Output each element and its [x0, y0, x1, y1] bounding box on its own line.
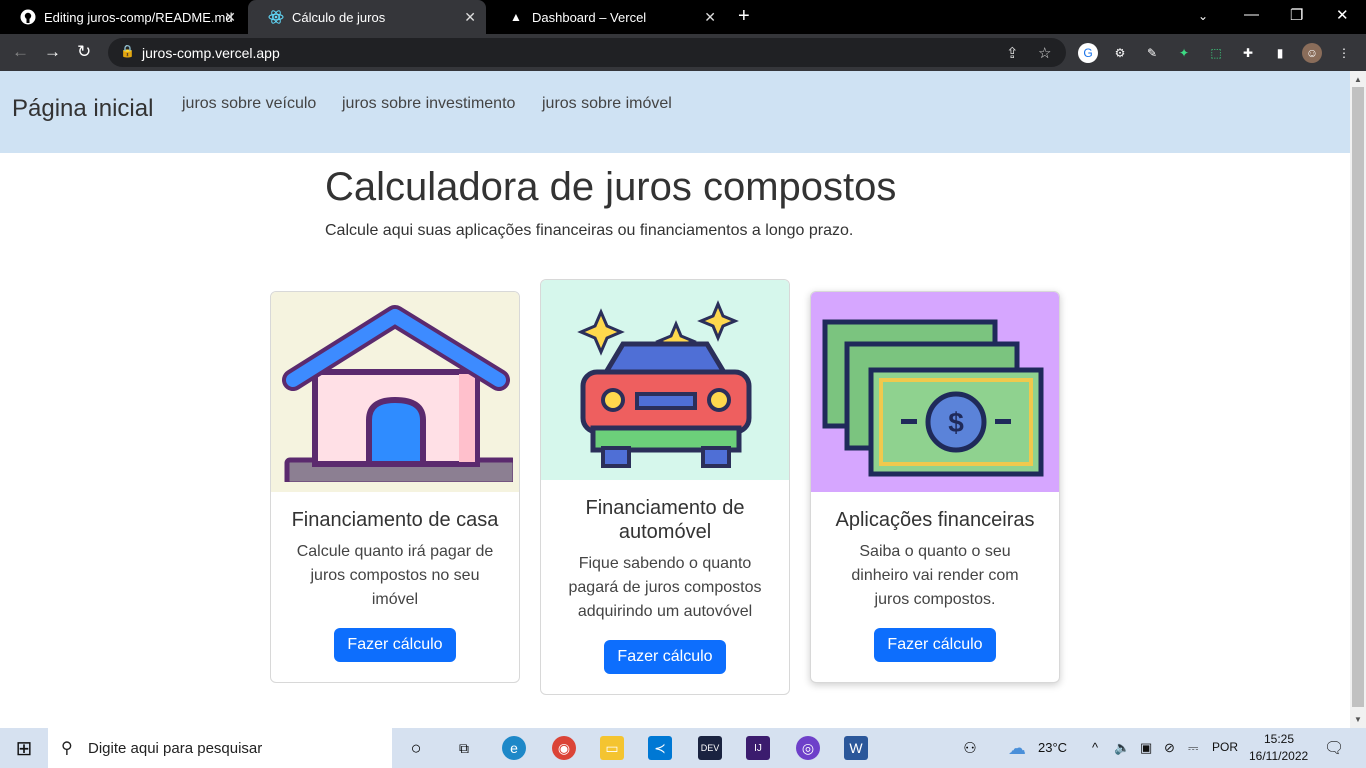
volume-icon[interactable]: 🔈: [1114, 740, 1130, 756]
calculate-button[interactable]: Fazer cálculo: [334, 628, 456, 662]
meet-icon[interactable]: ▣: [1140, 740, 1152, 756]
lock-icon: 🔒: [120, 44, 135, 58]
card-house: Financiamento de casa Calcule quanto irá…: [270, 291, 520, 683]
file-explorer-icon[interactable]: ▭: [600, 736, 624, 760]
card-text: Saiba o quanto o seu dinheiro vai render…: [851, 543, 1019, 608]
screenshot-extension-icon[interactable]: ⬚: [1206, 43, 1226, 63]
page: Página inicial juros sobre veículo juros…: [0, 71, 1350, 728]
nav-link-imovel[interactable]: juros sobre imóvel: [542, 95, 672, 113]
cortana-icon[interactable]: ○: [404, 736, 428, 760]
page-title: Calculadora de juros compostos: [325, 165, 897, 209]
browser-toolbar: ← → ↻ 🔒 juros-comp.vercel.app ⇪ ☆ G ⚙ ✎ …: [0, 34, 1366, 71]
puzzle-icon[interactable]: ✚: [1238, 43, 1258, 63]
money-icon: $: [822, 319, 1044, 477]
github-desktop-icon[interactable]: ◎: [796, 736, 820, 760]
github-icon: [20, 9, 36, 25]
tab-search-icon[interactable]: ⌄: [1198, 9, 1208, 23]
scroll-down-icon[interactable]: ▼: [1354, 715, 1362, 724]
card-money: $ Aplicações financeiras Saiba o quanto …: [810, 291, 1060, 683]
browser-tab-bar: Editing juros-comp/README.md ✕ Cálculo d…: [0, 0, 1366, 34]
minimize-icon[interactable]: —: [1244, 6, 1259, 23]
translate-extension-icon[interactable]: G: [1078, 43, 1098, 63]
calculate-button[interactable]: Fazer cálculo: [604, 640, 726, 674]
nav-brand[interactable]: Página inicial: [12, 95, 153, 123]
close-window-icon[interactable]: ✕: [1336, 6, 1349, 24]
task-view-icon[interactable]: ⧉: [452, 736, 476, 760]
close-icon[interactable]: ✕: [224, 9, 236, 26]
address-bar[interactable]: 🔒 juros-comp.vercel.app ⇪ ☆: [108, 38, 1066, 67]
close-icon[interactable]: ✕: [704, 9, 716, 26]
card-image: [271, 292, 519, 492]
scroll-up-icon[interactable]: ▲: [1354, 75, 1362, 84]
chrome-icon[interactable]: ◉: [552, 736, 576, 760]
site-navbar: Página inicial juros sobre veículo juros…: [0, 71, 1350, 153]
tab-title: Editing juros-comp/README.md: [44, 9, 233, 25]
forward-icon[interactable]: →: [44, 42, 61, 62]
vercel-icon: ▲: [510, 10, 522, 24]
green-extension-icon[interactable]: ✦: [1174, 43, 1194, 63]
network-icon[interactable]: ⊘: [1164, 740, 1175, 756]
scroll-thumb[interactable]: [1352, 87, 1364, 707]
people-icon[interactable]: ⚇: [958, 736, 982, 760]
intellij-icon[interactable]: IJ: [746, 736, 770, 760]
house-icon: [282, 305, 513, 482]
tab-vercel-dashboard[interactable]: ▲ Dashboard – Vercel ✕: [488, 0, 726, 34]
tab-github-readme[interactable]: Editing juros-comp/README.md ✕: [0, 0, 246, 34]
menu-kebab-icon[interactable]: ⋮: [1334, 43, 1354, 63]
share-icon[interactable]: ⇪: [1006, 44, 1019, 62]
vscode-icon[interactable]: ≺: [648, 736, 672, 760]
reload-icon[interactable]: ↻: [77, 42, 91, 62]
tab-title: Dashboard – Vercel: [532, 9, 647, 25]
windows-start-icon[interactable]: ⊞: [12, 736, 36, 760]
react-icon: [268, 9, 284, 25]
card-car: Financiamento de automóvel Fique sabendo…: [540, 279, 790, 695]
nav-link-investimento[interactable]: juros sobre investimento: [342, 95, 515, 113]
power-icon[interactable]: ⎓: [1188, 740, 1198, 756]
bookmark-star-icon[interactable]: ☆: [1038, 44, 1051, 62]
new-tab-icon[interactable]: +: [738, 5, 750, 28]
gear-extension-icon[interactable]: ⚙: [1110, 43, 1130, 63]
back-icon[interactable]: ←: [12, 42, 29, 62]
page-subtitle: Calcule aqui suas aplicações financeiras…: [325, 222, 854, 239]
nav-link-veiculo[interactable]: juros sobre veículo: [182, 95, 316, 113]
word-icon[interactable]: W: [844, 736, 868, 760]
page-scrollbar[interactable]: ▲ ▼: [1350, 71, 1366, 728]
search-icon: ⚲: [61, 740, 73, 757]
taskbar-search[interactable]: ⚲ Digite aqui para pesquisar: [48, 728, 392, 768]
restore-icon[interactable]: ❐: [1290, 6, 1303, 24]
clock-time[interactable]: 15:25: [1264, 732, 1294, 746]
pen-extension-icon[interactable]: ✎: [1142, 43, 1162, 63]
card-title: Financiamento de automóvel: [585, 497, 745, 543]
avatar[interactable]: ☺: [1302, 43, 1322, 63]
language-indicator[interactable]: POR: [1212, 740, 1238, 754]
car-icon: [577, 300, 752, 468]
card-image: [541, 280, 789, 480]
chevron-up-icon[interactable]: ^: [1092, 740, 1098, 755]
windows-taskbar: ⊞ ⚲ Digite aqui para pesquisar ○ ⧉ e ◉ ▭…: [0, 728, 1366, 768]
search-placeholder: Digite aqui para pesquisar: [88, 739, 263, 757]
calculate-button[interactable]: Fazer cálculo: [874, 628, 996, 662]
weather-temp[interactable]: 23°C: [1038, 740, 1067, 755]
edge-icon[interactable]: e: [502, 736, 526, 760]
card-title: Aplicações financeiras: [835, 509, 1035, 531]
side-panel-icon[interactable]: ▮: [1270, 43, 1290, 63]
notification-icon[interactable]: 🗨: [1324, 738, 1344, 758]
svg-text:$: $: [948, 407, 964, 438]
card-text: Calcule quanto irá pagar de juros compos…: [296, 543, 494, 608]
tab-calculo-juros[interactable]: Cálculo de juros ✕: [248, 0, 486, 34]
card-title: Financiamento de casa: [291, 509, 499, 531]
clock-date[interactable]: 16/11/2022: [1249, 749, 1308, 763]
tab-title: Cálculo de juros: [292, 9, 386, 25]
card-text: Fique sabendo o quanto pagará de juros c…: [568, 555, 762, 620]
close-icon[interactable]: ✕: [464, 9, 476, 26]
weather-icon[interactable]: ☁: [1005, 736, 1029, 760]
dev-icon[interactable]: DEV: [698, 736, 722, 760]
url-text: juros-comp.vercel.app: [142, 44, 280, 61]
card-image: $: [811, 292, 1059, 492]
